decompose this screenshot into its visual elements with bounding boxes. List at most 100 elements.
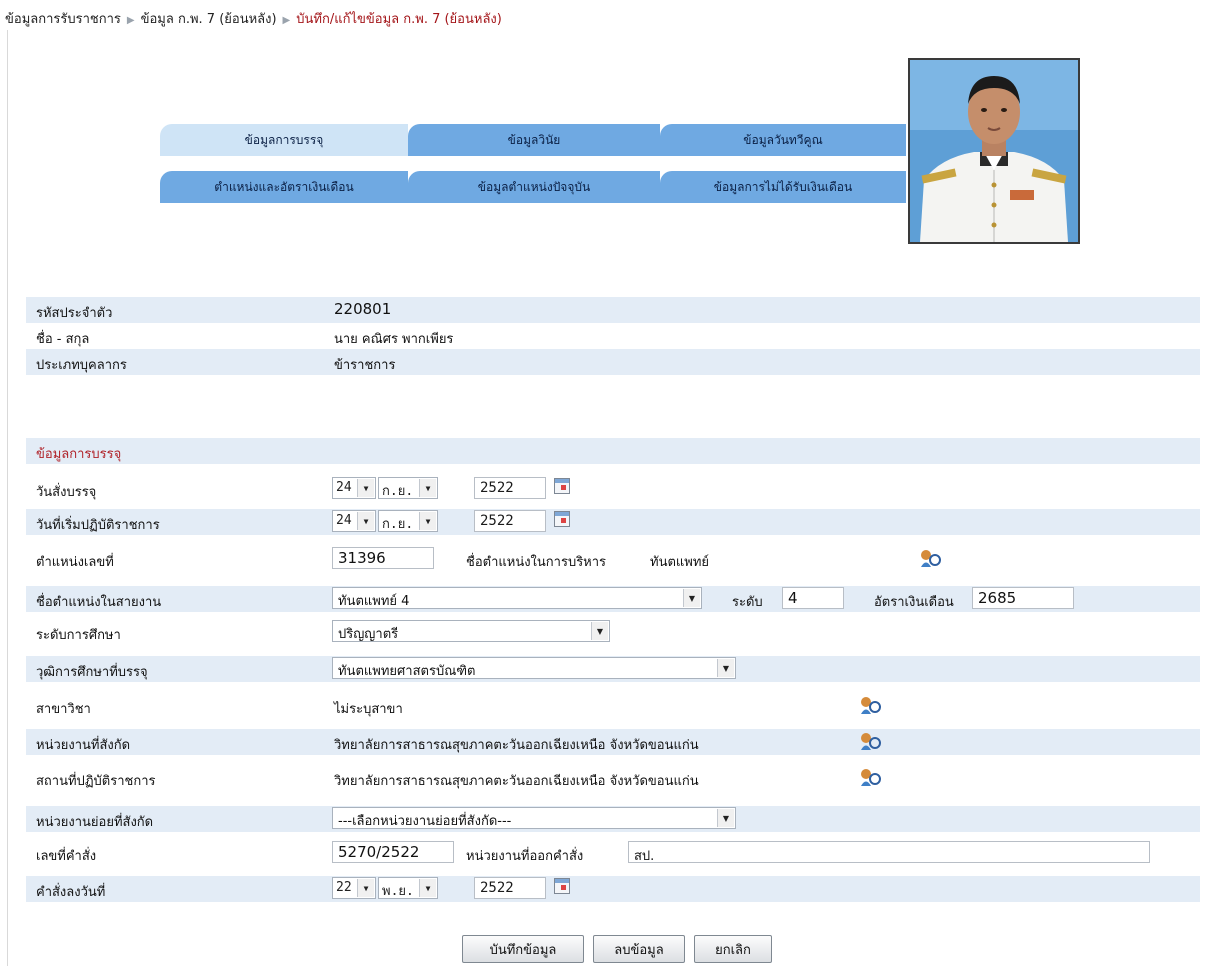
admin-position-value: ทันตแพทย์	[650, 555, 710, 570]
person-name-value: นาย คณิศร พากเพียร	[334, 332, 454, 347]
breadcrumb-current: บันทึก/แก้ไขข้อมูล ก.พ. 7 (ย้อนหลัง)	[296, 12, 502, 27]
dropdown-arrow-icon: ▼	[717, 659, 734, 677]
appoint-year-input[interactable]: 2522	[474, 477, 546, 499]
select-value: ปริญญาตรี	[338, 627, 399, 642]
dropdown-arrow-icon: ▼	[357, 512, 374, 530]
order-no-label: เลขที่คำสั่ง	[36, 849, 97, 864]
admin-position-label: ชื่อตำแหน่งในการบริหาร	[466, 555, 607, 570]
select-value: พ.ย.	[382, 884, 414, 899]
profile-photo	[908, 58, 1080, 244]
calendar-icon[interactable]	[554, 878, 570, 894]
select-value: ก.ย.	[382, 484, 414, 499]
tab-label: ตำแหน่งและอัตราเงินเดือน	[214, 179, 354, 194]
row-section-header: ข้อมูลการบรรจุ	[26, 438, 1200, 464]
row-start-date: วันที่เริ่มปฏิบัติราชการ 24 ▼ ก.ย. ▼ 2522	[26, 509, 1200, 535]
delete-button[interactable]: ลบข้อมูล	[593, 935, 685, 963]
level-label: ระดับ	[732, 595, 763, 610]
appoint-day-select[interactable]: 24 ▼	[332, 477, 376, 499]
dropdown-arrow-icon: ▼	[357, 479, 374, 497]
select-value: 22	[336, 880, 352, 895]
row-order-date: คำสั่งลงวันที่ 22 ▼ พ.ย. ▼ 2522	[26, 876, 1200, 902]
appoint-month-select[interactable]: ก.ย. ▼	[378, 477, 438, 499]
row-major: สาขาวิชา ไม่ระบุสาขา	[26, 693, 1200, 719]
line-position-label: ชื่อตำแหน่งในสายงาน	[36, 595, 162, 610]
breadcrumb: ข้อมูลการรับราชการ ▶ ข้อมูล ก.พ. 7 (ย้อนหล…	[5, 8, 502, 29]
order-no-input[interactable]: 5270/2522	[332, 841, 454, 863]
unit-label: หน่วยงานที่สังกัด	[36, 738, 131, 753]
calendar-icon[interactable]	[554, 511, 570, 527]
dropdown-arrow-icon: ▼	[419, 879, 436, 897]
select-value: ก.ย.	[382, 517, 414, 532]
save-button[interactable]: บันทึกข้อมูล	[462, 935, 584, 963]
workplace-label: สถานที่ปฏิบัติราชการ	[36, 774, 156, 789]
position-no-label: ตำแหน่งเลขที่	[36, 555, 114, 570]
person-name-label: ชื่อ - สกุล	[36, 332, 90, 347]
section-title: ข้อมูลการบรรจุ	[36, 447, 122, 462]
breadcrumb-item-service[interactable]: ข้อมูลการรับราชการ	[5, 12, 121, 27]
tab-no-salary[interactable]: ข้อมูลการไม่ได้รับเงินเดือน	[660, 171, 906, 203]
search-major-icon[interactable]	[860, 696, 882, 716]
breadcrumb-separator-icon: ▶	[282, 15, 291, 26]
breadcrumb-separator-icon: ▶	[126, 15, 135, 26]
order-year-input[interactable]: 2522	[474, 877, 546, 899]
dropdown-arrow-icon: ▼	[591, 622, 608, 640]
cancel-button[interactable]: ยกเลิก	[694, 935, 772, 963]
row-qualification: วุฒิการศึกษาที่บรรจุ ทันตแพทยศาสตรบัณฑิต…	[26, 656, 1200, 682]
row-subunit: หน่วยงานย่อยที่สังกัด ---เลือกหน่วยงานย่…	[26, 806, 1200, 832]
select-value: ---เลือกหน่วยงานย่อยที่สังกัด---	[338, 814, 512, 829]
row-person-type: ประเภทบุคลากร ข้าราชการ	[26, 349, 1200, 375]
search-unit-icon[interactable]	[860, 732, 882, 752]
row-appoint-date: วันสั่งบรรจุ 24 ▼ ก.ย. ▼ 2522	[26, 476, 1200, 502]
subunit-label: หน่วยงานย่อยที่สังกัด	[36, 815, 154, 830]
subunit-select[interactable]: ---เลือกหน่วยงานย่อยที่สังกัด--- ▼	[332, 807, 736, 829]
tab-label: ข้อมูลการไม่ได้รับเงินเดือน	[713, 179, 853, 194]
row-person-name: ชื่อ - สกุล นาย คณิศร พากเพียร	[26, 323, 1200, 349]
order-month-select[interactable]: พ.ย. ▼	[378, 877, 438, 899]
tab-double-time[interactable]: ข้อมูลวันทวีคูณ	[660, 124, 906, 156]
salary-input[interactable]: 2685	[972, 587, 1074, 609]
tab-discipline[interactable]: ข้อมูลวินัย	[408, 124, 660, 156]
line-position-select[interactable]: ทันตแพทย์ 4 ▼	[332, 587, 702, 609]
start-month-select[interactable]: ก.ย. ▼	[378, 510, 438, 532]
dropdown-arrow-icon: ▼	[357, 879, 374, 897]
tab-current-position[interactable]: ข้อมูลตำแหน่งปัจจุบัน	[408, 171, 660, 203]
salary-label: อัตราเงินเดือน	[874, 595, 954, 610]
start-date-label: วันที่เริ่มปฏิบัติราชการ	[36, 518, 160, 533]
tab-label: ข้อมูลตำแหน่งปัจจุบัน	[477, 179, 591, 194]
issuer-label: หน่วยงานที่ออกคำสั่ง	[466, 849, 584, 864]
breadcrumb-item-kp7[interactable]: ข้อมูล ก.พ. 7 (ย้อนหลัง)	[141, 12, 277, 27]
start-year-input[interactable]: 2522	[474, 510, 546, 532]
row-workplace: สถานที่ปฏิบัติราชการ วิทยาลัยการสาธารณสุ…	[26, 765, 1200, 791]
dropdown-arrow-icon: ▼	[419, 512, 436, 530]
search-workplace-icon[interactable]	[860, 768, 882, 788]
person-type-label: ประเภทบุคลากร	[36, 358, 127, 373]
order-day-select[interactable]: 22 ▼	[332, 877, 376, 899]
start-day-select[interactable]: 24 ▼	[332, 510, 376, 532]
select-value: 24	[336, 513, 352, 528]
person-id-label: รหัสประจำตัว	[36, 306, 113, 321]
tab-appointment[interactable]: ข้อมูลการบรรจุ	[160, 124, 408, 156]
tab-label: ข้อมูลการบรรจุ	[244, 132, 324, 147]
row-order-no: เลขที่คำสั่ง 5270/2522 หน่วยงานที่ออกคำส…	[26, 840, 1200, 866]
select-value: 24	[336, 480, 352, 495]
level-input[interactable]: 4	[782, 587, 844, 609]
dropdown-arrow-icon: ▼	[717, 809, 734, 827]
select-value: ทันตแพทย์ 4	[338, 594, 410, 609]
education-level-label: ระดับการศึกษา	[36, 628, 121, 643]
tab-label: ข้อมูลวินัย	[507, 132, 561, 147]
person-id-value: 220801	[334, 300, 392, 318]
search-person-icon[interactable]	[920, 549, 942, 569]
select-value: ทันตแพทยศาสตรบัณฑิต	[338, 664, 476, 679]
tab-position-salary[interactable]: ตำแหน่งและอัตราเงินเดือน	[160, 171, 408, 203]
order-date-label: คำสั่งลงวันที่	[36, 885, 106, 900]
row-position-no: ตำแหน่งเลขที่ 31396 ชื่อตำแหน่งในการบริห…	[26, 546, 1200, 572]
dropdown-arrow-icon: ▼	[419, 479, 436, 497]
calendar-icon[interactable]	[554, 478, 570, 494]
education-level-select[interactable]: ปริญญาตรี ▼	[332, 620, 610, 642]
position-no-input[interactable]: 31396	[332, 547, 434, 569]
dropdown-arrow-icon: ▼	[683, 589, 700, 607]
row-education-level: ระดับการศึกษา ปริญญาตรี ▼	[26, 619, 1200, 645]
issuer-input[interactable]: สป.	[628, 841, 1150, 863]
appoint-date-label: วันสั่งบรรจุ	[36, 485, 97, 500]
qualification-select[interactable]: ทันตแพทยศาสตรบัณฑิต ▼	[332, 657, 736, 679]
